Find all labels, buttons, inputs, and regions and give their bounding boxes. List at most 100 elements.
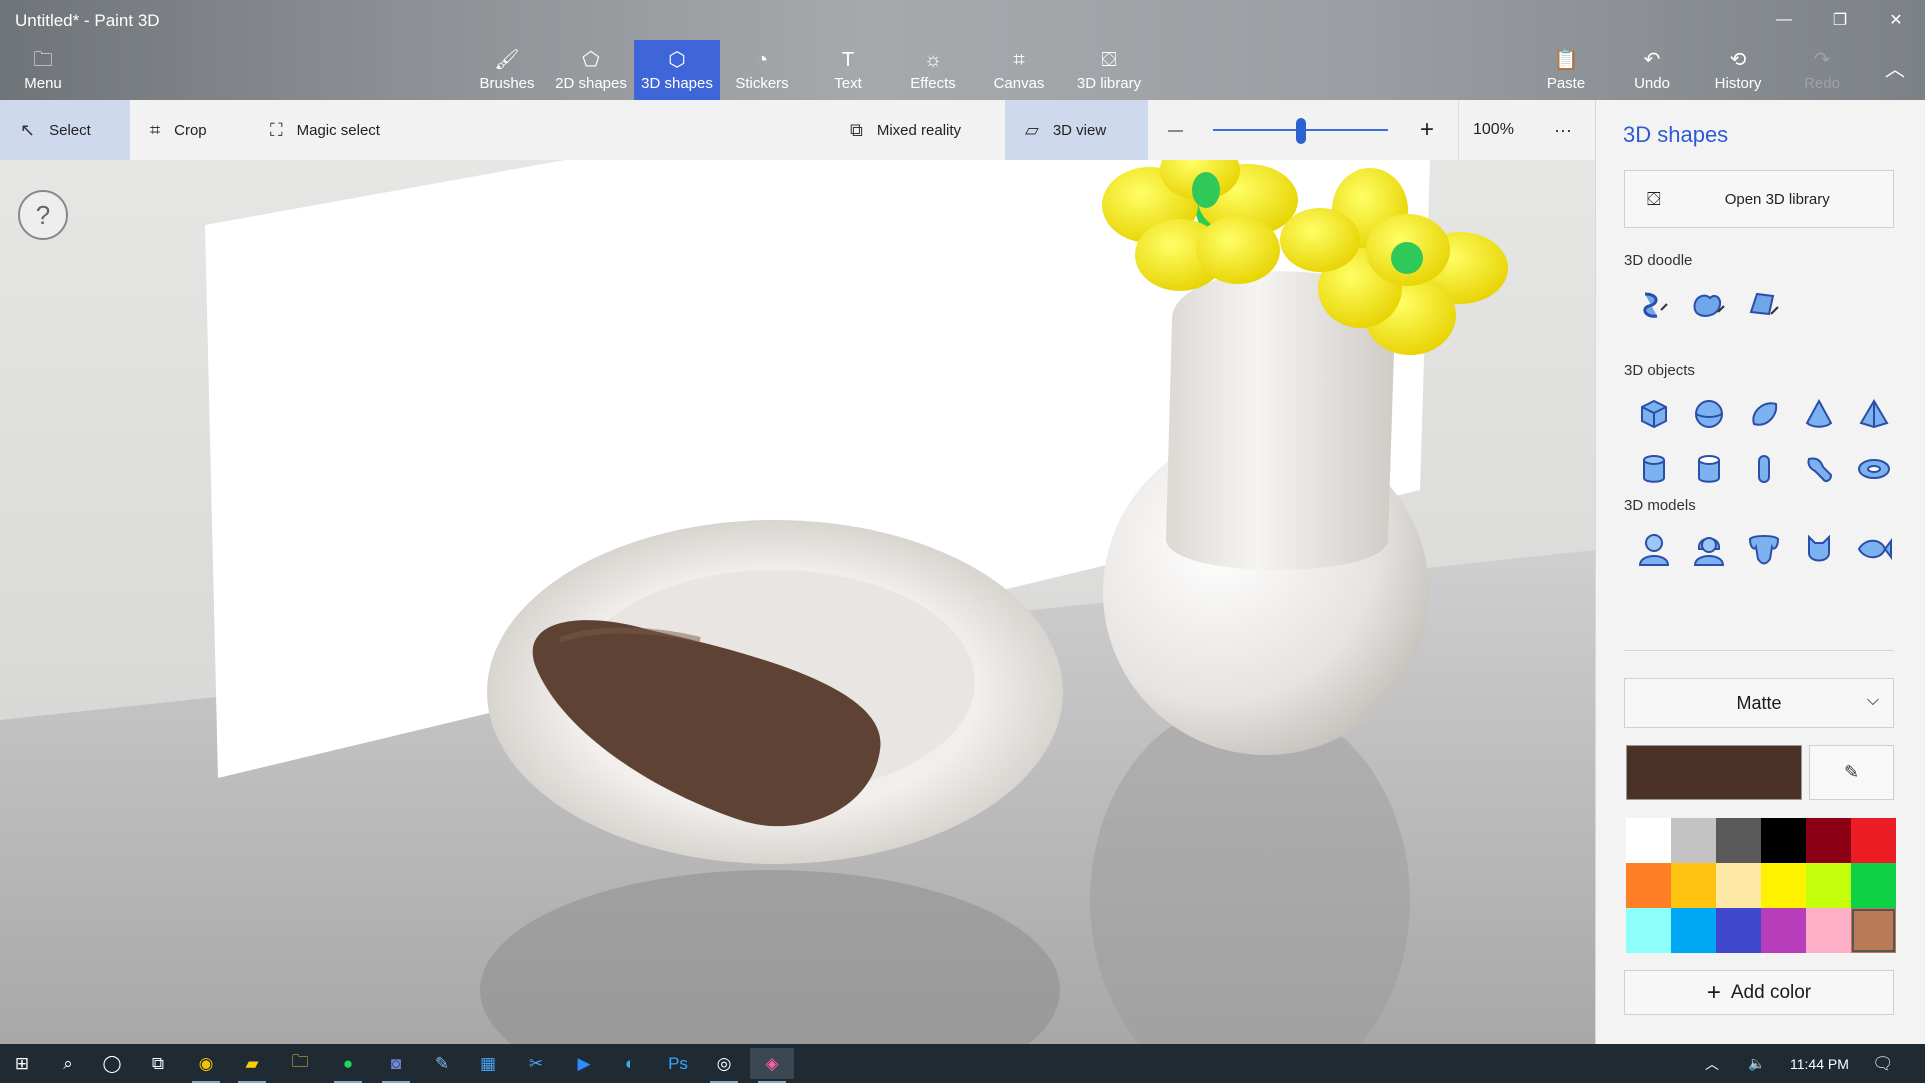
tab-text[interactable]: T Text	[820, 40, 876, 100]
pyramid-icon[interactable]	[1846, 386, 1901, 441]
man-model-icon[interactable]	[1626, 521, 1681, 576]
cube-icon[interactable]	[1626, 386, 1681, 441]
curved-tube-icon[interactable]	[1791, 441, 1846, 496]
zoom-slider-thumb[interactable]	[1295, 118, 1306, 144]
zoom-in-button[interactable]: +	[1410, 100, 1444, 160]
mixed-reality-button[interactable]: ⧉ Mixed reality	[830, 100, 981, 160]
task-view-icon[interactable]: ⧉	[136, 1048, 180, 1079]
notification-icon[interactable]: 🗨	[1872, 1044, 1894, 1083]
cone-icon[interactable]	[1791, 386, 1846, 441]
tab-2d-shapes[interactable]: ⬠ 2D shapes	[548, 40, 634, 100]
crop-tool[interactable]: ⌗ Crop	[130, 100, 227, 160]
paste-button[interactable]: 📋 Paste	[1536, 40, 1596, 100]
screen-recorder-icon[interactable]: ◎	[702, 1048, 746, 1083]
color-swatch[interactable]	[1671, 818, 1716, 863]
discord-icon[interactable]: ◙	[374, 1048, 418, 1083]
spotify-icon[interactable]: ●	[326, 1048, 370, 1083]
paint-app-icon[interactable]: ✎	[420, 1048, 464, 1079]
color-swatch[interactable]	[1806, 863, 1851, 908]
clock[interactable]: 11:44 PM	[1790, 1044, 1849, 1083]
woman-model-icon[interactable]	[1681, 521, 1736, 576]
magic-select-tool[interactable]: ⛶ Magic select	[250, 100, 400, 160]
cat-model-icon[interactable]	[1791, 521, 1846, 576]
windows-start-icon[interactable]: ⊞	[0, 1048, 44, 1079]
restore-button[interactable]: ❐	[1812, 0, 1868, 40]
zoom-value[interactable]: 100%	[1458, 100, 1528, 160]
calculator-icon[interactable]: ▦	[466, 1048, 510, 1079]
cylinder-icon[interactable]	[1626, 441, 1681, 496]
help-button[interactable]: ?	[18, 190, 68, 240]
fish-model-icon[interactable]	[1846, 521, 1901, 576]
tab-brushes[interactable]: 🖌 Brushes	[474, 40, 540, 100]
color-swatch[interactable]	[1626, 818, 1671, 863]
dog-model-icon[interactable]	[1736, 521, 1791, 576]
redo-button[interactable]: ↷ Redo	[1792, 40, 1852, 100]
tab-stickers[interactable]: ◔ Stickers	[726, 40, 798, 100]
3d-scene	[0, 160, 1595, 1044]
cortana-icon[interactable]: ◯	[90, 1048, 134, 1079]
cursor-icon: ↖	[20, 119, 36, 140]
paste-label: Paste	[1546, 74, 1586, 92]
minimize-button[interactable]: —	[1756, 0, 1812, 40]
paint-3d-icon[interactable]: ◈	[750, 1048, 794, 1083]
add-color-button[interactable]: + Add color	[1624, 970, 1894, 1015]
tab-effects[interactable]: ☼ Effects	[900, 40, 966, 100]
tab-3d-shapes[interactable]: ⬡ 3D shapes	[634, 40, 720, 100]
file-explorer-icon[interactable]: 🗀	[278, 1048, 322, 1079]
canvas-area[interactable]: ?	[0, 160, 1595, 1044]
material-dropdown[interactable]: Matte ⌵	[1624, 678, 1894, 728]
zoom-icon[interactable]: ▶	[562, 1048, 606, 1079]
color-swatch[interactable]	[1851, 818, 1896, 863]
search-icon[interactable]: ⌕	[46, 1048, 90, 1079]
show-hidden-icons-icon[interactable]: ︿	[1705, 1044, 1719, 1083]
color-swatch[interactable]	[1626, 863, 1671, 908]
folder-icon: 🗀	[33, 48, 53, 71]
color-swatch[interactable]	[1716, 908, 1761, 953]
hemisphere-icon[interactable]	[1736, 386, 1791, 441]
redo-icon: ↷	[1813, 48, 1831, 71]
color-swatch[interactable]	[1806, 908, 1851, 953]
3d-view-label: 3D view	[1052, 121, 1107, 139]
volume-icon[interactable]: 🔈	[1748, 1044, 1765, 1083]
color-swatch[interactable]	[1761, 908, 1806, 953]
chrome-icon[interactable]: ◉	[184, 1048, 228, 1083]
snip-icon[interactable]: ✂	[514, 1048, 558, 1079]
color-swatch[interactable]	[1761, 863, 1806, 908]
tab-canvas[interactable]: ⌗ Canvas	[986, 40, 1052, 100]
more-options-button[interactable]: ···	[1540, 100, 1586, 160]
color-swatch[interactable]	[1716, 863, 1761, 908]
current-color-swatch[interactable]	[1626, 745, 1802, 800]
clock-time: 11:44 PM	[1790, 1055, 1849, 1072]
eyedropper-button[interactable]: ✎	[1809, 745, 1894, 800]
color-swatch[interactable]	[1626, 908, 1671, 953]
color-swatch[interactable]	[1761, 818, 1806, 863]
photoshop-icon[interactable]: Ps	[656, 1048, 700, 1079]
3d-view-toggle[interactable]: ▱ 3D view	[1005, 100, 1148, 160]
history-button[interactable]: ⟲ History	[1706, 40, 1770, 100]
color-swatch[interactable]	[1671, 908, 1716, 953]
menu-button[interactable]: 🗀 Menu	[10, 40, 76, 100]
tab-3d-library[interactable]: ⛋ 3D library	[1066, 40, 1152, 100]
tube-doodle-icon[interactable]	[1736, 277, 1791, 332]
zoom-out-button[interactable]: —	[1158, 100, 1193, 160]
donut-icon[interactable]	[1846, 441, 1901, 496]
tube-icon[interactable]	[1681, 441, 1736, 496]
select-tool[interactable]: ↖ Select	[0, 100, 130, 160]
capsule-icon[interactable]	[1736, 441, 1791, 496]
open-3d-library-button[interactable]: ⛋ Open 3D library	[1624, 170, 1894, 228]
undo-button[interactable]: ↶ Undo	[1622, 40, 1682, 100]
tab-label: Brushes	[479, 74, 535, 92]
collapse-ribbon-button[interactable]: ︿	[1870, 40, 1920, 100]
sphere-icon[interactable]	[1681, 386, 1736, 441]
color-swatch[interactable]	[1671, 863, 1716, 908]
color-swatch[interactable]	[1851, 908, 1896, 953]
close-button[interactable]: ✕	[1868, 0, 1924, 40]
sharp-edge-doodle-icon[interactable]	[1626, 277, 1681, 332]
undo-label: Undo	[1634, 74, 1670, 92]
soft-edge-doodle-icon[interactable]	[1681, 277, 1736, 332]
color-swatch[interactable]	[1716, 818, 1761, 863]
color-swatch[interactable]	[1806, 818, 1851, 863]
sticky-notes-icon[interactable]: ▰	[230, 1048, 274, 1083]
color-swatch[interactable]	[1851, 863, 1896, 908]
edge-icon[interactable]: ◐	[608, 1048, 652, 1079]
